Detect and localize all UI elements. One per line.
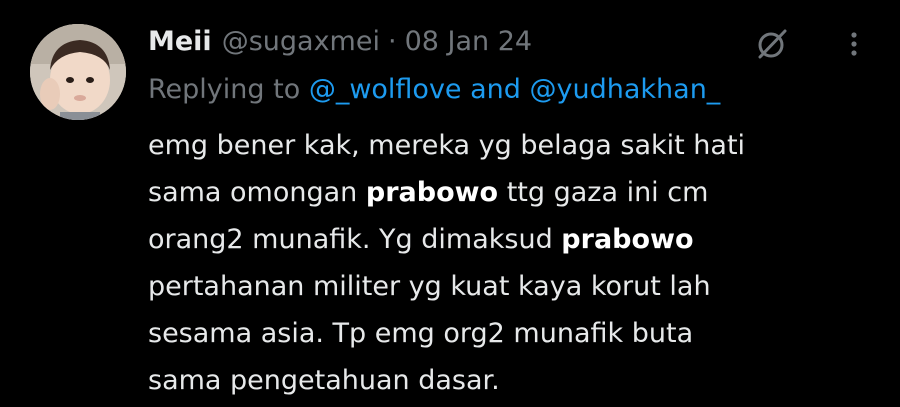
replying-to: Replying to @_wolflove and @yudhakhan_ bbox=[148, 70, 720, 110]
text-segment: emg bener kak, mereka yg belaga sakit ha… bbox=[148, 130, 746, 161]
reply-conjunction[interactable]: and bbox=[470, 74, 521, 105]
text-segment: sama pengetahuan dasar. bbox=[148, 365, 500, 396]
tweet-text-line: sesama asia. Tp emg org2 munafik buta bbox=[148, 310, 888, 357]
text-segment: sama omongan bbox=[148, 177, 366, 208]
text-segment: pertahanan militer yg kuat kaya korut la… bbox=[148, 271, 711, 302]
tweet-header: Meii @sugaxmei · 08 Jan 24 bbox=[148, 22, 532, 62]
tweet-text-line: sama pengetahuan dasar. bbox=[148, 357, 888, 404]
bold-keyword: prabowo bbox=[365, 177, 499, 208]
tweet-text-line: sama omongan prabowo ttg gaza ini cm bbox=[148, 169, 888, 216]
text-segment: sesama asia. Tp emg org2 munafik buta bbox=[148, 318, 694, 349]
reply-mention-2[interactable]: @yudhakhan_ bbox=[530, 74, 721, 105]
text-segment: orang2 munafik. Yg dimaksud bbox=[148, 224, 562, 255]
separator-dot: · bbox=[387, 26, 397, 57]
bold-keyword: prabowo bbox=[561, 224, 694, 255]
avatar[interactable] bbox=[30, 24, 126, 120]
tweet-text-line: emg bener kak, mereka yg belaga sakit ha… bbox=[148, 122, 888, 169]
tweet-text: emg bener kak, mereka yg belaga sakit ha… bbox=[148, 122, 888, 404]
replying-to-label: Replying to bbox=[148, 74, 301, 105]
tweet[interactable]: Meii @sugaxmei · 08 Jan 24 Replying to @… bbox=[0, 0, 900, 407]
avatar-image bbox=[30, 24, 126, 120]
text-segment: ttg gaza ini cm bbox=[498, 177, 709, 208]
grok-icon[interactable] bbox=[752, 24, 792, 64]
more-options-icon[interactable] bbox=[836, 26, 872, 62]
user-handle[interactable]: @sugaxmei bbox=[222, 22, 380, 62]
display-name[interactable]: Meii bbox=[148, 22, 212, 62]
tweet-text-line: pertahanan militer yg kuat kaya korut la… bbox=[148, 263, 888, 310]
tweet-text-line: orang2 munafik. Yg dimaksud prabowo bbox=[148, 216, 888, 263]
tweet-date[interactable]: 08 Jan 24 bbox=[405, 22, 533, 62]
reply-mention-1[interactable]: @_wolflove bbox=[309, 74, 462, 105]
